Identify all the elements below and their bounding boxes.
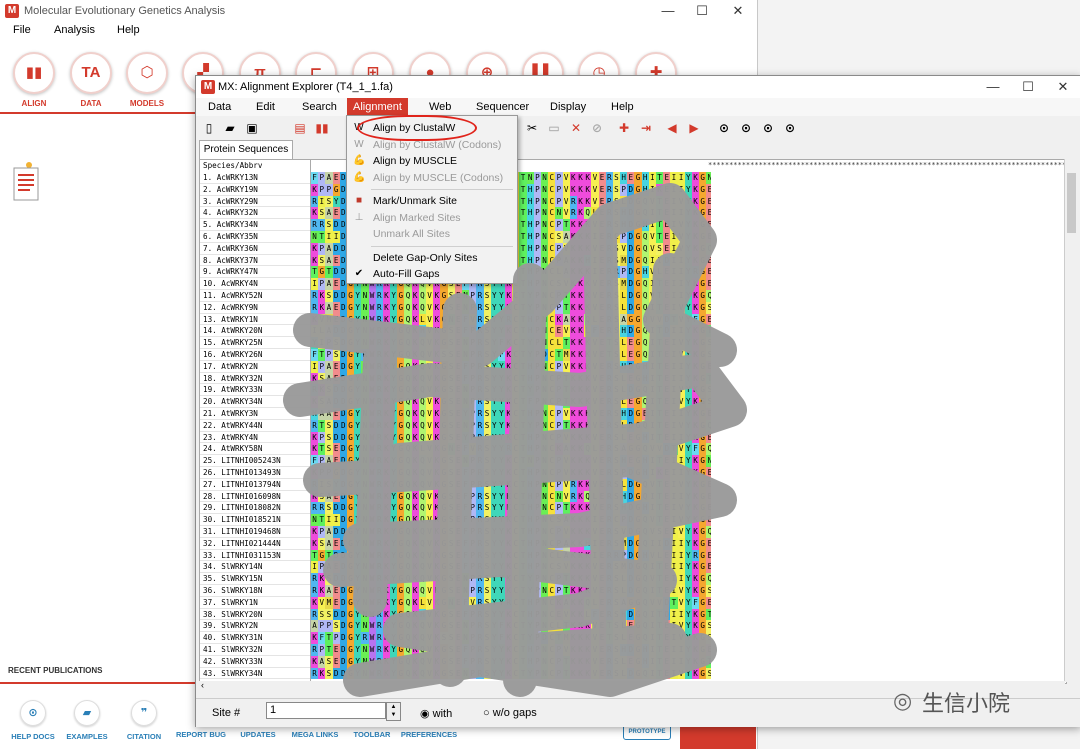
ae-window-title: MX: Alignment Explorer (T4_1_1.fa): [218, 81, 393, 93]
preferences-label: PREFERENCES: [400, 730, 458, 739]
toolbar-data-button[interactable]: TA DATA: [69, 52, 113, 108]
align-icon: ▮▮: [13, 52, 55, 94]
recent-publications-heading: RECENT PUBLICATIONS: [8, 666, 103, 675]
clustalw-codons-icon: W: [354, 138, 364, 150]
data-icon: TA: [70, 52, 112, 94]
toolbar-align-label: ALIGN: [21, 99, 47, 108]
delete-icon[interactable]: ✕: [568, 120, 584, 136]
species-header: Species/Abbrv: [203, 161, 263, 170]
scroll-left-icon[interactable]: ‹: [201, 680, 204, 690]
conservation-stars: ****************************************…: [708, 161, 1066, 169]
maximize-icon[interactable]: ☐: [692, 3, 712, 19]
mega-window-title: Molecular Evolutionary Genetics Analysis: [24, 5, 226, 17]
toolbar-align-button[interactable]: ▮▮ ALIGN: [12, 52, 56, 108]
citation-icon: ❞: [131, 700, 157, 726]
wechat-icon: ◎: [893, 688, 913, 713]
vertical-scroll-thumb[interactable]: [1067, 173, 1076, 233]
minimize-icon[interactable]: —: [658, 3, 678, 19]
mega-menu-bar: File Analysis Help: [0, 22, 757, 40]
without-gaps-label: w/o gaps: [492, 707, 537, 719]
without-gaps-radio[interactable]: ○ w/o gaps: [483, 707, 537, 719]
mega-logo-icon: M: [5, 4, 19, 18]
updates-label: UPDATES: [240, 730, 276, 739]
menu-help[interactable]: Help: [117, 24, 140, 36]
ae-close-icon[interactable]: ✕: [1053, 79, 1073, 95]
find-next-icon[interactable]: ⊙: [760, 120, 776, 136]
edit-sequence-icon[interactable]: ▤: [292, 120, 308, 136]
toolbar-models-label: MODELS: [129, 99, 165, 108]
add-icon[interactable]: ✚: [616, 120, 632, 136]
toolbar-link[interactable]: TOOLBAR: [342, 730, 402, 739]
muscle-icon: 💪: [353, 155, 366, 166]
menu-search[interactable]: Search: [296, 98, 343, 116]
site-spinner[interactable]: ▲ ▼: [386, 702, 401, 721]
models-icon: ⬡: [126, 52, 168, 94]
find-icon[interactable]: ⊙: [716, 120, 732, 136]
toolbar-models-button[interactable]: ⬡ MODELS: [125, 52, 169, 108]
close-icon[interactable]: ✕: [728, 3, 748, 19]
move-left-icon[interactable]: ◀: [664, 120, 680, 136]
ae-logo-icon: M: [201, 80, 215, 94]
menu-display[interactable]: Display: [544, 98, 592, 116]
help-docs-link[interactable]: ⊙ HELP DOCS: [3, 700, 63, 741]
report-bug-label: REPORT BUG: [175, 730, 226, 739]
ae-toolbar: ▯ ▰ ▣ ▤ ▮▮ ✂ ▭ ✕ ⊘ ✚ ⇥ ◀ ▶ ⊙ ⊙ ⊙ ⊙: [196, 116, 1080, 140]
align-toolbar-icon[interactable]: ▮▮: [314, 120, 330, 136]
ae-maximize-icon[interactable]: ☐: [1018, 79, 1038, 95]
radio-empty-icon: ○: [483, 707, 490, 719]
tab-protein-sequences[interactable]: Protein Sequences: [199, 140, 293, 159]
mega-title-bar: M Molecular Evolutionary Genetics Analys…: [0, 0, 757, 22]
menu-item-label: Align by MUSCLE: [373, 155, 458, 167]
with-gaps-radio[interactable]: ◉ with: [420, 707, 452, 720]
save-icon[interactable]: ▣: [244, 120, 260, 136]
ae-menu-bar: Data Edit Search Alignment Web Sequencer…: [196, 98, 1080, 116]
move-right-icon[interactable]: ▶: [686, 120, 702, 136]
menu-web[interactable]: Web: [423, 98, 457, 116]
citation-link[interactable]: ❞ CITATION: [114, 700, 174, 741]
paste-icon[interactable]: ▭: [546, 120, 562, 136]
undo-icon[interactable]: ⊘: [589, 120, 605, 136]
watermark-text: 生信小院: [922, 691, 1011, 716]
redaction-scribble: [283, 183, 747, 697]
menu-edit[interactable]: Edit: [250, 98, 281, 116]
menu-alignment[interactable]: Alignment: [347, 98, 408, 116]
radio-selected-icon: ◉: [420, 708, 430, 720]
examples-icon: ▰: [74, 700, 100, 726]
menu-data[interactable]: Data: [202, 98, 237, 116]
examples-label: EXAMPLES: [66, 732, 108, 741]
examples-link[interactable]: ▰ EXAMPLES: [57, 700, 117, 741]
mega-links-label: MEGA LINKS: [291, 730, 339, 739]
new-icon[interactable]: ▯: [201, 120, 217, 136]
menu-analysis[interactable]: Analysis: [54, 24, 95, 36]
insert-icon[interactable]: ⇥: [638, 120, 654, 136]
updates-link[interactable]: UPDATES: [228, 730, 288, 739]
help-docs-label: HELP DOCS: [11, 732, 55, 741]
ae-minimize-icon[interactable]: —: [983, 79, 1003, 95]
menu-item-align-by-muscle[interactable]: 💪 Align by MUSCLE: [347, 153, 517, 169]
with-gaps-label: with: [432, 708, 453, 720]
site-label: Site #: [212, 707, 241, 719]
report-bug-link[interactable]: REPORT BUG: [171, 730, 231, 739]
mega-links-link[interactable]: MEGA LINKS: [285, 730, 345, 739]
menu-sequencer[interactable]: Sequencer: [470, 98, 535, 116]
highlight-annotation-circle: [357, 115, 477, 141]
menu-file[interactable]: File: [13, 24, 31, 36]
toolbar-label: TOOLBAR: [353, 730, 391, 739]
citation-label: CITATION: [126, 732, 162, 741]
preferences-link[interactable]: PREFERENCES: [399, 730, 459, 739]
vertical-scrollbar[interactable]: [1064, 159, 1079, 682]
document-icon: [13, 162, 39, 201]
menu-help[interactable]: Help: [605, 98, 640, 116]
toolbar-data-label: DATA: [80, 99, 102, 108]
help-docs-icon: ⊙: [20, 700, 46, 726]
ae-title-bar: M MX: Alignment Explorer (T4_1_1.fa) — ☐…: [196, 76, 1080, 98]
cut-icon[interactable]: ✂: [524, 120, 540, 136]
find-motif-icon[interactable]: ⊙: [782, 120, 798, 136]
open-folder-icon[interactable]: ▰: [222, 120, 238, 136]
find-previous-icon[interactable]: ⊙: [738, 120, 754, 136]
site-number-input[interactable]: 1: [266, 702, 386, 719]
